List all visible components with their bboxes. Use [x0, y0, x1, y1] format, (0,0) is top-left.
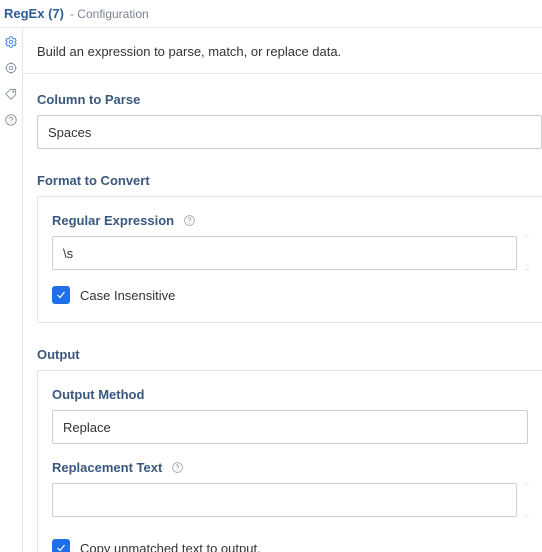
- output-method-select[interactable]: [52, 410, 528, 444]
- output-label: Output: [37, 347, 542, 362]
- case-insensitive-label: Case Insensitive: [80, 288, 175, 303]
- target-icon[interactable]: [3, 60, 19, 76]
- divider: [23, 73, 542, 74]
- format-to-convert-label: Format to Convert: [37, 173, 542, 188]
- tag-icon[interactable]: [3, 86, 19, 102]
- adjacent-button-edge[interactable]: [525, 483, 529, 517]
- tool-title: RegEx (7): [4, 6, 64, 21]
- config-main: Build an expression to parse, match, or …: [22, 28, 542, 552]
- case-insensitive-checkbox[interactable]: [52, 286, 70, 304]
- help-icon[interactable]: [3, 112, 19, 128]
- gear-icon[interactable]: [3, 34, 19, 50]
- format-panel: Regular Expression Case Insensitive: [37, 196, 542, 323]
- adjacent-button-edge[interactable]: [525, 236, 529, 270]
- sidebar-rail: [0, 28, 22, 552]
- regex-label: Regular Expression: [52, 213, 174, 228]
- copy-unmatched-label: Copy unmatched text to output.: [80, 541, 261, 552]
- replacement-text-label: Replacement Text: [52, 460, 162, 475]
- output-method-label: Output Method: [52, 387, 144, 402]
- regex-input[interactable]: [52, 236, 517, 270]
- config-header: RegEx (7) - Configuration: [0, 0, 542, 28]
- column-to-parse-label: Column to Parse: [37, 92, 542, 107]
- tool-subtitle: - Configuration: [70, 7, 149, 21]
- column-to-parse-select[interactable]: [37, 115, 542, 149]
- replacement-text-input[interactable]: [52, 483, 517, 517]
- help-icon[interactable]: [170, 461, 184, 475]
- intro-text: Build an expression to parse, match, or …: [37, 44, 542, 59]
- help-icon[interactable]: [182, 214, 196, 228]
- output-panel: Output Method Replacement Text: [37, 370, 542, 552]
- copy-unmatched-checkbox[interactable]: [52, 539, 70, 552]
